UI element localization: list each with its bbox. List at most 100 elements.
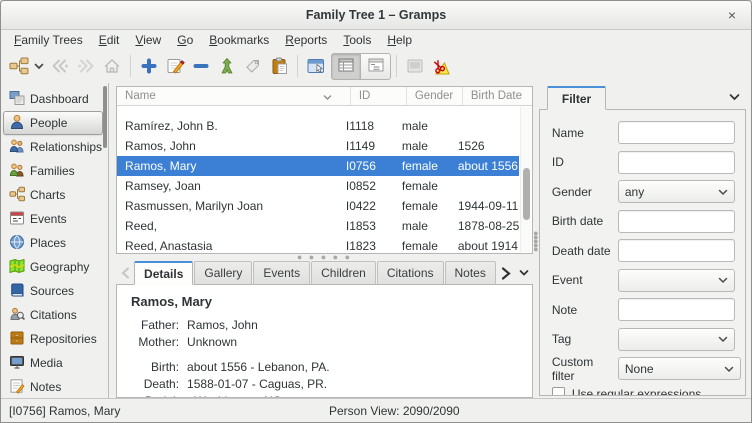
death-value: 1588-01-07 - Caguas, PR. bbox=[187, 377, 328, 391]
list-view-toggle[interactable] bbox=[331, 52, 361, 80]
menu-go[interactable]: Go bbox=[169, 32, 201, 48]
clipboard-button[interactable] bbox=[266, 53, 292, 80]
filter-tag-select[interactable] bbox=[617, 327, 735, 351]
tab-scroll-right-icon[interactable] bbox=[497, 261, 515, 285]
forward-button[interactable] bbox=[73, 53, 99, 80]
filter-id-label: ID bbox=[551, 155, 564, 169]
add-person-button[interactable] bbox=[136, 53, 162, 80]
filter-note-input[interactable] bbox=[617, 298, 735, 321]
filter-panel-chevron-icon[interactable] bbox=[729, 90, 740, 104]
people-table-scrollbar[interactable] bbox=[519, 107, 531, 252]
column-header-birth-date[interactable]: Birth Date bbox=[463, 87, 532, 105]
column-header-gender[interactable]: Gender bbox=[407, 87, 463, 105]
menu-reports[interactable]: Reports bbox=[277, 32, 335, 48]
back-button[interactable] bbox=[47, 53, 73, 80]
tab-events[interactable]: Events bbox=[253, 261, 311, 285]
view-mode-toggle-group bbox=[331, 52, 391, 80]
sidebar-item-geography[interactable]: Geography bbox=[3, 255, 103, 279]
sidebar-item-events[interactable]: Events bbox=[3, 207, 103, 231]
sidebar-item-families[interactable]: Families bbox=[3, 159, 103, 183]
filter-gender-label: Gender bbox=[551, 184, 592, 199]
tab-gallery[interactable]: Gallery bbox=[194, 261, 253, 285]
filter-death-date-input[interactable] bbox=[617, 239, 735, 262]
title-bar[interactable]: Family Tree 1 – Gramps × bbox=[1, 1, 751, 30]
menu-bookmarks[interactable]: Bookmarks bbox=[201, 32, 277, 48]
tag-icon bbox=[245, 58, 261, 74]
people-icon bbox=[9, 114, 25, 133]
sidebar-item-notes[interactable]: Notes bbox=[3, 375, 103, 399]
home-button[interactable] bbox=[99, 53, 125, 80]
sidebar-item-dashboard[interactable]: Dashboard bbox=[3, 87, 103, 111]
sidebar-item-label: Families bbox=[30, 164, 75, 178]
filter-gender-select[interactable]: any bbox=[617, 180, 735, 203]
edit-person-button[interactable] bbox=[162, 53, 188, 80]
filter-id-input[interactable] bbox=[617, 150, 735, 174]
sidebar-item-media[interactable]: Media bbox=[3, 351, 103, 375]
sidebar-item-label: People bbox=[30, 116, 68, 130]
tab-filter[interactable]: Filter bbox=[546, 86, 607, 110]
use-regular-expressions-checkbox[interactable] bbox=[551, 387, 565, 395]
clipboard-icon bbox=[271, 57, 288, 75]
people-table-scrollbar-thumb[interactable] bbox=[522, 167, 530, 221]
column-header-name[interactable]: Name bbox=[117, 87, 351, 105]
grouped-view-toggle[interactable] bbox=[361, 52, 391, 80]
reports-button[interactable] bbox=[402, 53, 428, 80]
sidebar-item-places[interactable]: Places bbox=[3, 231, 103, 255]
toolbar-separator bbox=[396, 55, 397, 77]
category-sidebar: Dashboard People Relationships Families … bbox=[1, 83, 110, 399]
filter-custom-filter-select[interactable]: None bbox=[617, 357, 741, 380]
tab-menu-chevron-icon[interactable] bbox=[515, 261, 533, 285]
close-icon[interactable]: × bbox=[724, 8, 740, 24]
filter-name-input[interactable] bbox=[617, 121, 735, 144]
places-icon bbox=[9, 234, 25, 253]
sidebar-item-citations[interactable]: Citations bbox=[3, 303, 103, 327]
menu-family-trees[interactable]: Family Trees bbox=[6, 32, 91, 48]
tab-details[interactable]: Details bbox=[134, 261, 194, 285]
tab-citations[interactable]: Citations bbox=[376, 261, 444, 285]
horizontal-splitter[interactable]: ● ● ● ● ● bbox=[116, 253, 533, 262]
table-row[interactable]: Ramírez, HelenI0822female bbox=[117, 106, 519, 116]
table-row[interactable]: Ramsey, Joan I0852 female bbox=[117, 176, 519, 196]
edit-icon bbox=[166, 57, 185, 75]
sidebar-item-repositories[interactable]: Repositories bbox=[3, 327, 103, 351]
tab-notes[interactable]: Notes bbox=[444, 261, 496, 285]
sidebar-item-people[interactable]: People bbox=[3, 111, 104, 135]
tools-button[interactable] bbox=[428, 53, 454, 80]
family-tree-button[interactable] bbox=[6, 53, 47, 80]
table-row[interactable]: Reed, I1853 male 1878-08-25 bbox=[117, 216, 519, 236]
person-view: Name ID Gender Birth Date Ramírez, Helen… bbox=[109, 83, 533, 398]
tag-button[interactable] bbox=[240, 53, 266, 80]
table-row-selected[interactable]: Ramos, Mary I0756 female about 1556 bbox=[117, 156, 519, 176]
tab-scroll-left-icon[interactable] bbox=[116, 261, 134, 285]
table-row[interactable]: Ramos, John I1149 male 1526 bbox=[117, 136, 519, 156]
sidebar-scrollbar-thumb[interactable] bbox=[103, 86, 108, 148]
table-row[interactable]: Reed, Anastasia I1823 female about 1914 bbox=[117, 236, 519, 253]
filter-event-select[interactable] bbox=[617, 268, 735, 292]
geography-icon bbox=[9, 258, 25, 277]
column-header-id[interactable]: ID bbox=[351, 87, 407, 105]
people-table-body: Ramírez, HelenI0822female Ramírez, John … bbox=[117, 106, 519, 253]
filter-birth-date-input[interactable] bbox=[617, 209, 735, 233]
tab-children[interactable]: Children bbox=[311, 261, 376, 285]
merge-button[interactable] bbox=[214, 53, 240, 80]
sidebar-item-label: Dashboard bbox=[30, 92, 89, 106]
reports-icon bbox=[407, 59, 423, 73]
gramps-window: Family Tree 1 – Gramps × Family Trees Ed… bbox=[0, 0, 752, 423]
sidebar-item-label: Events bbox=[30, 212, 67, 226]
menu-help[interactable]: Help bbox=[379, 32, 420, 48]
table-row[interactable]: Rasmussen, Marilyn Joan I0422 female 1944-0… bbox=[117, 196, 519, 216]
forward-icon bbox=[76, 58, 96, 74]
sidebar-item-sources[interactable]: Sources bbox=[3, 279, 103, 303]
sidebar-item-label: Charts bbox=[30, 188, 66, 202]
details-person-name: Ramos, Mary bbox=[131, 294, 212, 309]
menu-edit[interactable]: Edit bbox=[91, 32, 128, 48]
sidebar-item-relationships[interactable]: Relationships bbox=[3, 135, 103, 159]
menu-tools[interactable]: Tools bbox=[335, 32, 379, 48]
list-view-icon bbox=[338, 58, 354, 75]
table-row[interactable]: Ramírez, John B. I1118 male bbox=[117, 116, 519, 136]
media-icon bbox=[9, 354, 25, 373]
menu-view[interactable]: View bbox=[127, 32, 169, 48]
sidebar-item-charts[interactable]: Charts bbox=[3, 183, 103, 207]
remove-person-button[interactable] bbox=[188, 53, 214, 80]
configure-view-button[interactable] bbox=[303, 53, 329, 80]
